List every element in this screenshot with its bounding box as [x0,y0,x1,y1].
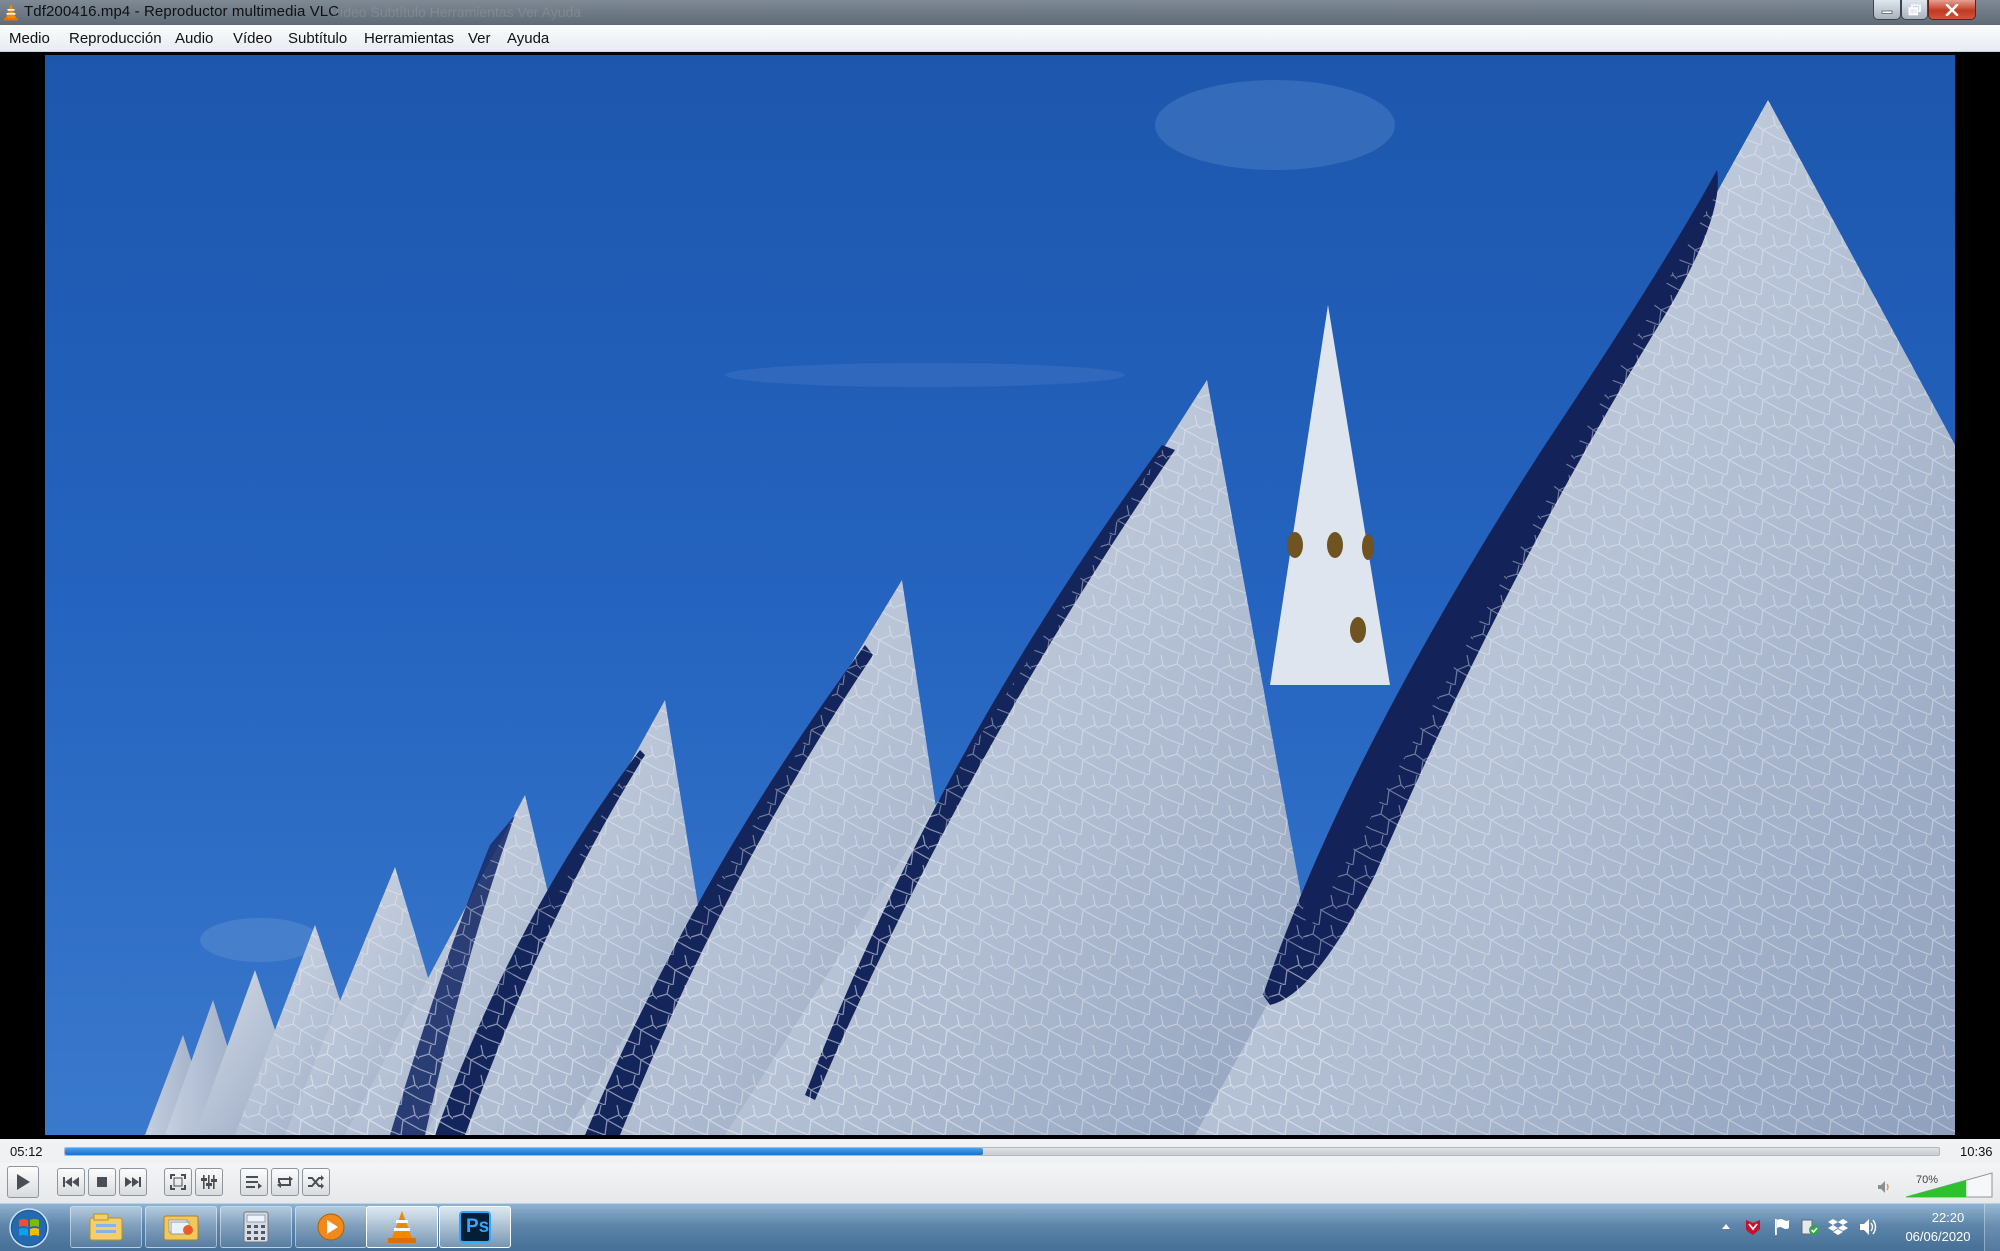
fullscreen-icon [170,1174,186,1190]
seek-bar-progress [65,1148,984,1155]
extended-settings-button[interactable] [195,1168,223,1196]
restore-button[interactable] [1901,0,1928,20]
window-title: Tdf200416.mp4 - Reproductor multimedia V… [24,3,340,20]
media-player-icon [317,1213,345,1241]
stop-button[interactable] [88,1168,116,1196]
menu-ayuda[interactable]: Ayuda [507,29,549,48]
playlist-icon [246,1176,262,1189]
total-time[interactable]: 10:36 [1960,1144,1993,1159]
shuffle-button[interactable] [302,1168,330,1196]
taskbar-media-player[interactable] [295,1206,367,1248]
libraries-icon [89,1213,123,1241]
play-button[interactable] [7,1166,39,1198]
vlc-cone-icon [4,4,18,21]
extended-settings-icon [201,1175,217,1189]
taskbar-vlc[interactable] [366,1206,438,1248]
loop-icon [277,1176,293,1188]
taskbar-calculator[interactable] [220,1206,292,1248]
window-title-reflection: Vídeo Subtítulo Herramientas Ver Ayuda [330,4,582,20]
menu-herramientas[interactable]: Herramientas [364,29,454,48]
photoshop-label: Ps [466,1216,490,1237]
calculator-icon [243,1211,269,1243]
menu-subtitulo[interactable]: Subtítulo [288,29,347,48]
menu-reproduccion[interactable]: Reproducción [69,29,162,48]
shuffle-icon [308,1175,324,1189]
menu-video[interactable]: Vídeo [233,29,272,48]
clock-date[interactable]: 06/06/2020 [1896,1229,1980,1244]
taskbar-photoshop[interactable]: Ps [439,1206,511,1248]
next-icon [125,1177,141,1187]
speaker-icon[interactable] [1858,1217,1878,1237]
elapsed-time: 05:12 [10,1144,43,1159]
video-area[interactable] [0,52,2000,1139]
previous-icon [63,1177,79,1187]
close-icon [1945,3,1959,16]
play-icon [17,1174,30,1190]
playback-controls: 70% [0,1163,2000,1203]
restore-icon [1908,4,1921,15]
seek-bar[interactable] [64,1147,1940,1156]
volume-slider[interactable] [1905,1172,1993,1198]
seek-row: 05:12 10:36 [0,1139,2000,1163]
previous-button[interactable] [57,1168,85,1196]
playlist-button[interactable] [240,1168,268,1196]
clock-time[interactable]: 22:20 [1918,1210,1978,1225]
menu-ver[interactable]: Ver [468,29,491,48]
minimize-icon [1881,10,1893,14]
title-bar[interactable]: Tdf200416.mp4 - Reproductor multimedia V… [0,0,2000,25]
action-center-flag-icon[interactable] [1773,1217,1791,1237]
close-button[interactable] [1928,0,1976,20]
vlc-icon [388,1211,416,1243]
show-hidden-icons-icon[interactable] [1720,1221,1732,1231]
menu-bar: Medio Reproducción Audio Vídeo Subtítulo… [0,25,2000,52]
minimize-button[interactable] [1873,0,1901,20]
mute-speaker-icon[interactable] [1877,1180,1893,1194]
dropbox-icon[interactable] [1828,1217,1848,1237]
security-icon[interactable] [1800,1217,1820,1237]
stop-icon [97,1177,107,1187]
windows-explorer-icon [163,1215,199,1241]
start-button[interactable] [8,1207,50,1249]
taskbar-explorer[interactable] [145,1206,217,1248]
taskbar-libraries[interactable] [70,1206,142,1248]
show-desktop-button[interactable] [1984,1204,2000,1251]
mcafee-icon[interactable] [1744,1218,1762,1236]
menu-audio[interactable]: Audio [175,29,213,48]
menu-medio[interactable]: Medio [9,29,50,48]
video-frame[interactable] [45,55,1955,1135]
fullscreen-button[interactable] [164,1168,192,1196]
loop-button[interactable] [271,1168,299,1196]
next-button[interactable] [119,1168,147,1196]
taskbar: Ps 22:20 06/06/2020 [0,1203,2000,1251]
